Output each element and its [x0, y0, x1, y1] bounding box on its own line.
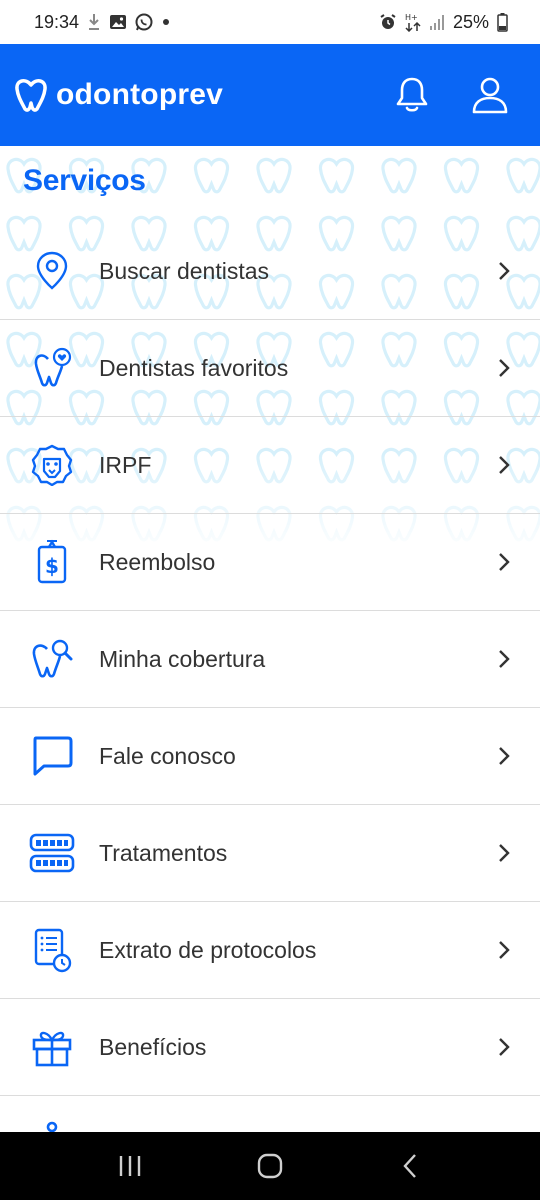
image-icon [110, 15, 127, 29]
menu-item-label: IRPF [99, 451, 152, 478]
page-title: Serviços [23, 164, 146, 197]
whatsapp-icon [135, 13, 153, 31]
document-clock-icon [28, 926, 76, 974]
menu-item-partial[interactable] [0, 1096, 540, 1132]
services-list: Buscar dentistas Dentistas favoritos IRP… [0, 223, 540, 1132]
menu-item-label: Reembolso [99, 548, 216, 575]
brand-name: odontoprev [56, 78, 223, 111]
menu-item-label: Extrato de protocolos [99, 936, 317, 963]
notifications-button[interactable] [392, 75, 432, 115]
menu-item-extrato-de-protocolos[interactable]: Extrato de protocolos [0, 902, 540, 999]
status-left: 19:34 [34, 12, 171, 33]
chevron-right-icon [499, 650, 510, 668]
menu-item-label: Tratamentos [99, 839, 228, 866]
battery-percent: 25% [452, 11, 489, 32]
menu-item-label: Buscar dentistas [99, 257, 270, 284]
menu-item-dentistas-favoritos[interactable]: Dentistas favoritos [0, 320, 540, 417]
app-header: odontoprev [0, 44, 540, 146]
chevron-right-icon [499, 747, 510, 765]
download-icon [89, 14, 100, 30]
status-bar: 19:34 H+ 25% [0, 0, 540, 44]
home-button[interactable] [240, 1136, 300, 1196]
svg-text:$: $ [45, 554, 59, 578]
menu-item-label: Dentistas favoritos [99, 354, 289, 381]
status-right: H+ 25% [379, 12, 508, 33]
recent-apps-button[interactable] [100, 1136, 160, 1196]
chevron-right-icon [499, 844, 510, 862]
receipt-dollar-icon: $ [28, 538, 76, 586]
services-content: Serviços Buscar dentistas Dentistas favo… [0, 146, 540, 1132]
chevron-right-icon [499, 553, 510, 571]
bell-icon [396, 77, 428, 112]
menu-item-beneficios[interactable]: Benefícios [0, 999, 540, 1096]
user-icon [472, 77, 508, 114]
system-nav-bar [0, 1132, 540, 1200]
menu-item-label: Minha cobertura [99, 645, 266, 672]
menu-item-irpf[interactable]: IRPF [0, 417, 540, 514]
tooth-heart-icon [28, 344, 76, 392]
teeth-icon [28, 829, 76, 877]
map-pin-icon [28, 247, 76, 295]
data-arrows-icon: H+ [405, 13, 421, 32]
menu-item-label: Benefícios [99, 1033, 207, 1060]
tooth-search-icon [28, 635, 76, 683]
header-actions [392, 75, 510, 115]
chat-bubble-icon [28, 732, 76, 780]
alarm-icon [380, 14, 396, 29]
menu-item-buscar-dentistas[interactable]: Buscar dentistas [0, 223, 540, 320]
home-icon [257, 1153, 283, 1179]
back-icon [403, 1154, 416, 1178]
gift-icon [28, 1023, 76, 1071]
recent-apps-icon [119, 1156, 141, 1176]
menu-item-reembolso[interactable]: $ Reembolso [0, 514, 540, 611]
chevron-right-icon [499, 941, 510, 959]
tooth-heart-logo-icon [15, 79, 47, 112]
profile-button[interactable] [470, 75, 510, 115]
status-time: 19:34 [34, 11, 80, 32]
chevron-right-icon [499, 359, 510, 377]
chevron-right-icon [499, 1038, 510, 1056]
svg-text:H+: H+ [405, 13, 418, 22]
menu-item-fale-conosco[interactable]: Fale conosco [0, 708, 540, 805]
partial-icon [28, 1121, 76, 1133]
battery-icon [497, 12, 508, 32]
signal-icon [429, 15, 444, 30]
brand: odontoprev [14, 77, 223, 113]
chevron-right-icon [499, 456, 510, 474]
dot-icon [163, 19, 170, 25]
menu-item-minha-cobertura[interactable]: Minha cobertura [0, 611, 540, 708]
back-button[interactable] [380, 1136, 440, 1196]
lion-icon [28, 441, 76, 489]
menu-item-label: Fale conosco [99, 742, 236, 769]
chevron-right-icon [499, 262, 510, 280]
menu-item-tratamentos[interactable]: Tratamentos [0, 805, 540, 902]
